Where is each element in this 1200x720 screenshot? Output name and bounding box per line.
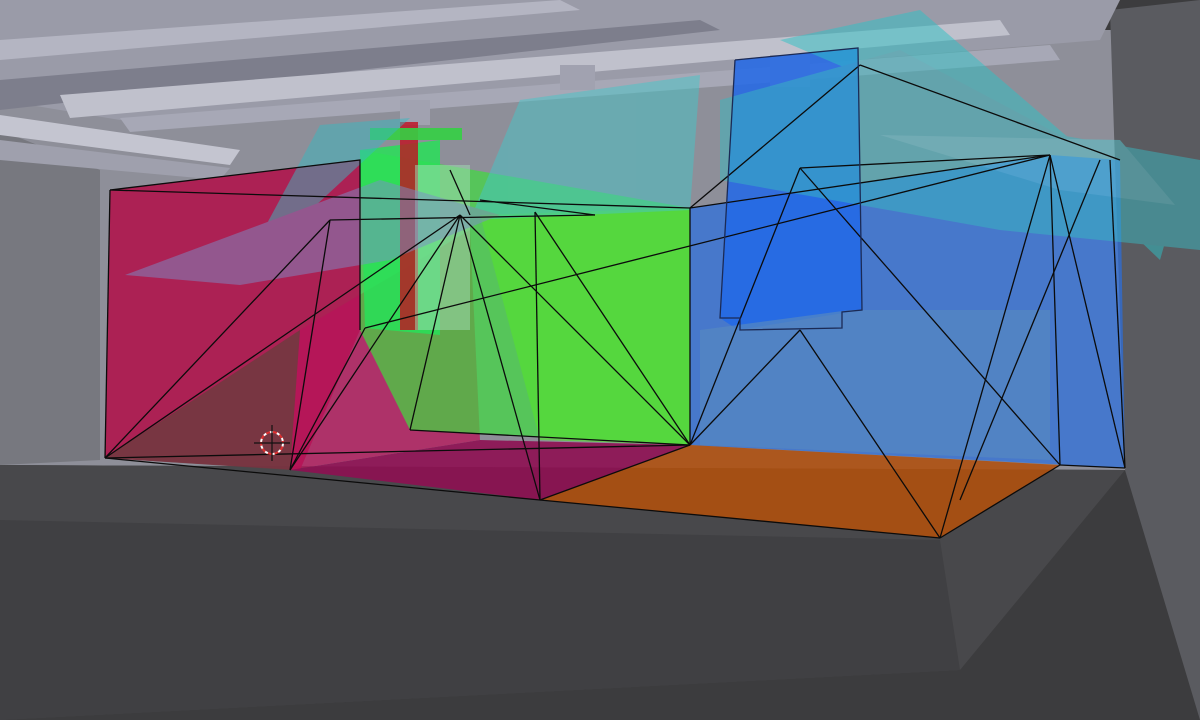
3d-viewport[interactable] (0, 0, 1200, 720)
green-column-light (415, 165, 470, 330)
blue-panel-lower (700, 310, 1050, 460)
scene-canvas[interactable] (0, 0, 1200, 720)
left-wall-shadow (0, 130, 100, 465)
